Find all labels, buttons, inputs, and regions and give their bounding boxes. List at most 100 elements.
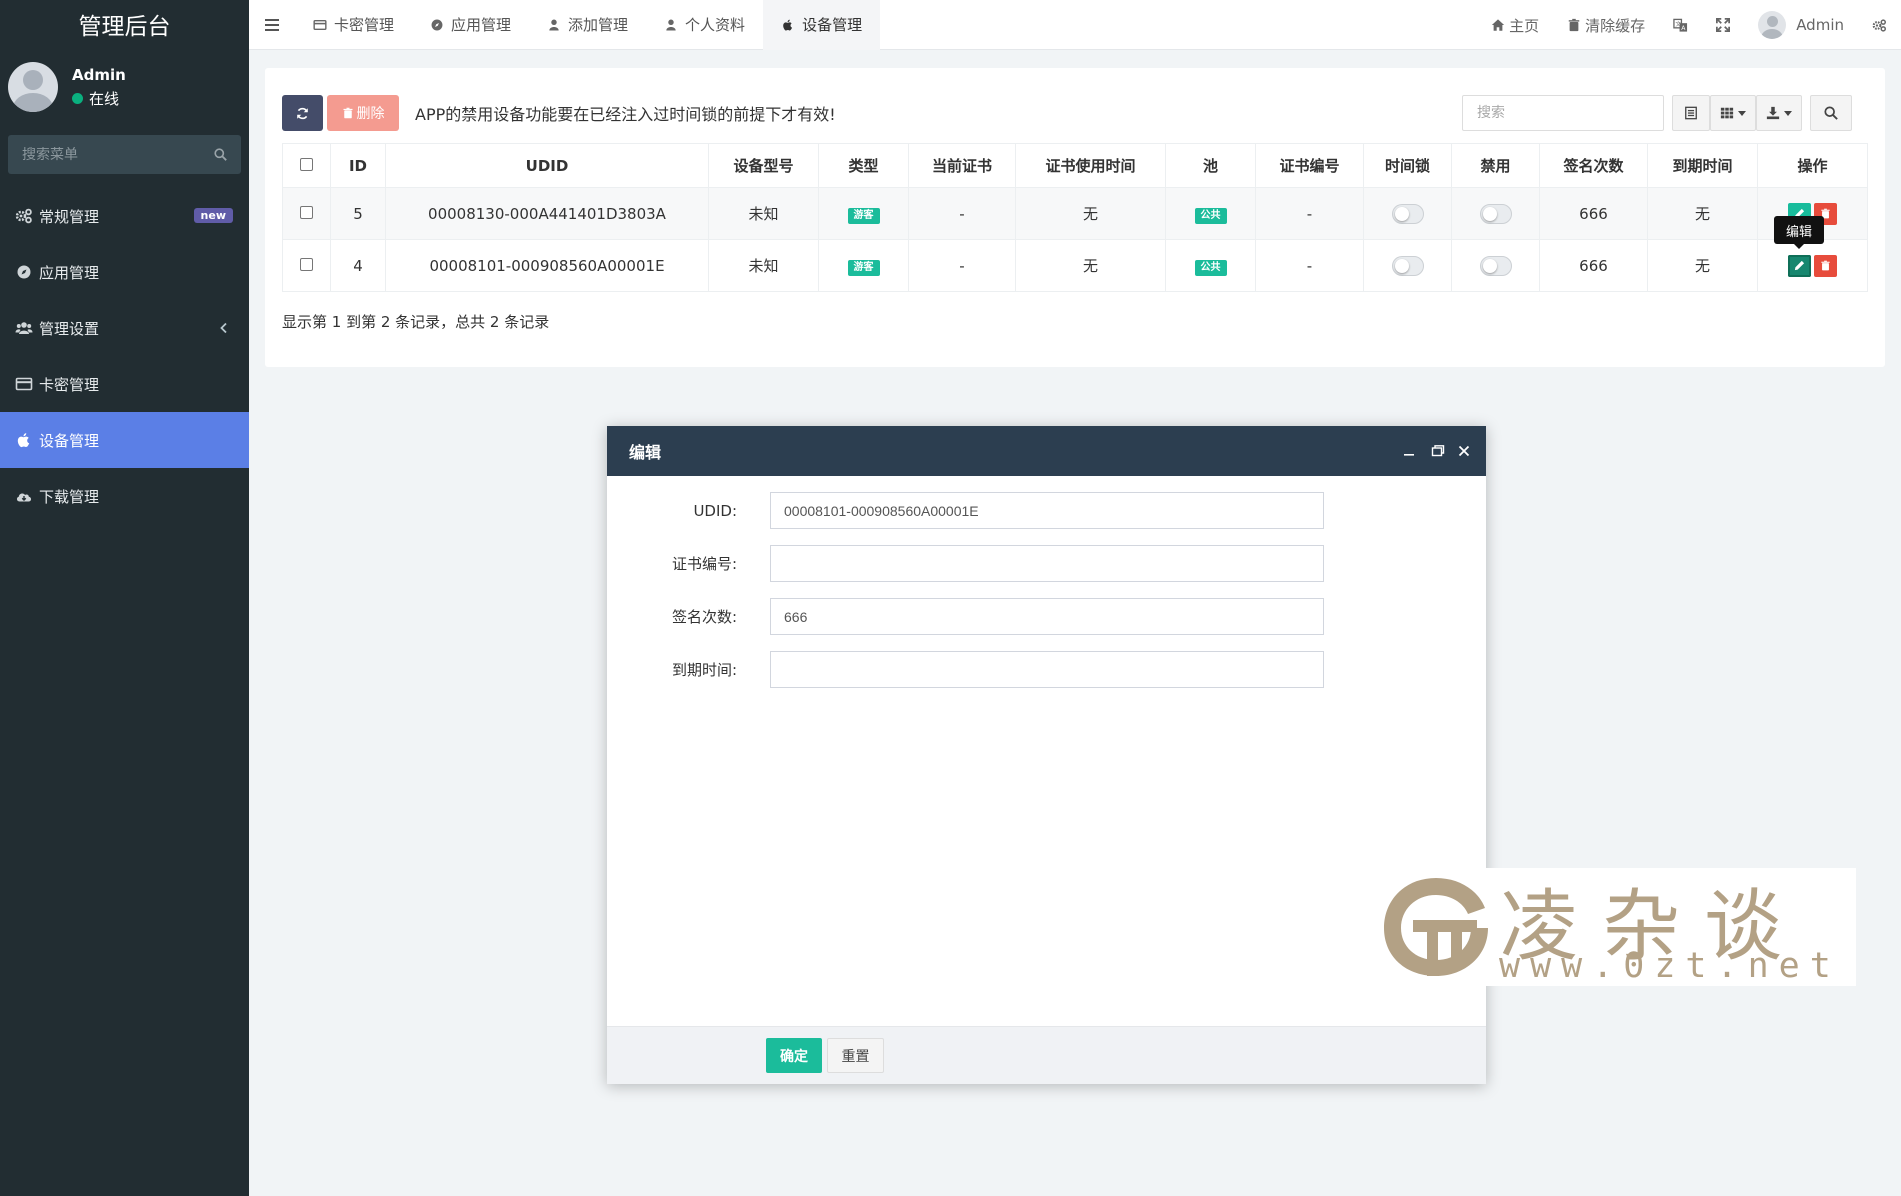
tab-app-management[interactable]: 应用管理 [412,0,529,50]
credit-card-icon [15,377,33,391]
tab-profile[interactable]: 个人资料 [646,0,763,50]
settings-button[interactable] [1858,0,1901,50]
cell-udid: 00008130-000A441401D3803A [385,187,709,240]
row-checkbox[interactable] [300,205,313,219]
sidebar-item-card[interactable]: 卡密管理 [0,356,249,412]
column-header-id[interactable]: ID [330,143,386,188]
advanced-search-button[interactable] [1810,95,1852,131]
tab-card-management[interactable]: 卡密管理 [295,0,412,50]
cell-model: 未知 [708,239,819,292]
row-checkbox[interactable] [300,257,313,271]
reset-button[interactable]: 重置 [827,1038,884,1073]
sidebar-item-label: 管理设置 [39,319,100,338]
cell-cert-time: 无 [1015,239,1166,292]
app-logo[interactable]: 管理后台 [0,0,249,47]
select-all-checkbox[interactable] [300,157,313,171]
cogs-icon [15,208,32,224]
home-link[interactable]: 主页 [1477,0,1553,50]
credit-card-icon [313,19,327,30]
time-lock-toggle[interactable] [1391,203,1424,224]
column-header-model[interactable]: 设备型号 [708,143,819,188]
sign-count-field[interactable] [770,598,1324,635]
column-header-pool[interactable]: 池 [1165,143,1256,188]
column-header-expire[interactable]: 到期时间 [1647,143,1758,188]
fullscreen-button[interactable] [1702,0,1744,50]
refresh-button[interactable] [282,95,323,131]
sidebar-item-general[interactable]: 常规管理 new [0,188,249,244]
pool-tag: 公共 [1194,259,1227,276]
columns-dropdown-button[interactable] [1710,95,1756,131]
cell-disabled [1451,187,1540,240]
cogs-icon [1872,18,1887,32]
maximize-icon[interactable] [1430,443,1446,459]
close-icon[interactable] [1456,443,1472,459]
user-status-label: 在线 [89,89,120,108]
sidebar-item-device[interactable]: 设备管理 [0,412,249,468]
tab-label: 设备管理 [802,16,863,34]
search-icon[interactable] [214,148,227,161]
tab-device-management[interactable]: 设备管理 [763,0,881,50]
table-header-row: ID UDID 设备型号 类型 当前证书 证书使用时间 池 证书编号 时间锁 禁… [282,143,1868,188]
cell-type: 游客 [818,187,909,240]
confirm-button[interactable]: 确定 [766,1038,822,1073]
expire-field[interactable] [770,651,1324,688]
expand-icon [1716,18,1731,32]
export-dropdown-button[interactable] [1756,95,1802,131]
trash-icon [1568,18,1580,32]
tab-label: 应用管理 [451,16,512,34]
minimize-icon[interactable] [1401,443,1417,459]
delete-row-button[interactable] [1814,254,1837,277]
sidebar-menu: 常规管理 new 应用管理 管理设置 卡密管理 设备管理 下载管理 [0,188,249,524]
delete-label: 删除 [356,106,385,122]
sidebar-item-download[interactable]: 下载管理 [0,468,249,524]
cell-id: 5 [330,187,386,240]
time-lock-toggle[interactable] [1391,255,1424,276]
online-dot-icon [72,92,83,104]
column-header-sign-count[interactable]: 签名次数 [1539,143,1648,188]
user-status: 在线 [72,88,126,109]
form-row-sign-count: 签名次数: [607,598,1486,636]
delete-button[interactable]: 删除 [327,95,399,131]
udid-field[interactable] [770,492,1324,529]
column-header-disabled[interactable]: 禁用 [1451,143,1540,188]
apple-icon [783,19,793,31]
cell-udid: 00008101-000908560A00001E [385,239,709,292]
disable-toggle[interactable] [1479,255,1512,276]
avatar [1758,11,1787,39]
cell-cert-no: - [1255,187,1364,240]
column-header-udid[interactable]: UDID [385,143,709,188]
form-row-udid: UDID: [607,492,1486,530]
tooltip-arrow [1794,244,1804,249]
column-header-current-cert[interactable]: 当前证书 [908,143,1016,188]
tab-add-management[interactable]: 添加管理 [529,0,646,50]
device-table: ID UDID 设备型号 类型 当前证书 证书使用时间 池 证书编号 时间锁 禁… [282,143,1868,292]
table-search-input[interactable] [1462,95,1664,131]
sidebar-search [8,135,241,174]
sidebar-item-app[interactable]: 应用管理 [0,244,249,300]
column-header-type[interactable]: 类型 [818,143,909,188]
column-header-time-lock[interactable]: 时间锁 [1363,143,1452,188]
edit-button[interactable] [1788,254,1811,277]
cell-id: 4 [330,239,386,292]
tab-label: 个人资料 [685,16,746,34]
column-header-cert-time[interactable]: 证书使用时间 [1015,143,1166,188]
language-button[interactable]: 文A [1659,0,1702,50]
menu-toggle-icon[interactable] [249,0,295,50]
cell-type: 游客 [818,239,909,292]
form-row-expire: 到期时间: [607,651,1486,689]
sidebar-item-label: 设备管理 [39,431,100,450]
compass-icon [17,265,31,279]
user-menu[interactable]: Admin [1744,0,1858,50]
form-row-cert-no: 证书编号: [607,545,1486,583]
download-icon [1766,106,1780,120]
top-user-name: Admin [1796,16,1844,34]
list-icon [1685,106,1697,120]
sidebar-item-settings[interactable]: 管理设置 [0,300,249,356]
column-header-cert-no[interactable]: 证书编号 [1255,143,1364,188]
clear-cache-button[interactable]: 清除缓存 [1553,0,1659,50]
toggle-view-button[interactable] [1672,95,1710,131]
sidebar-search-input[interactable] [22,146,192,163]
tab-label: 添加管理 [568,16,629,34]
cert-no-field[interactable] [770,545,1324,582]
disable-toggle[interactable] [1479,203,1512,224]
